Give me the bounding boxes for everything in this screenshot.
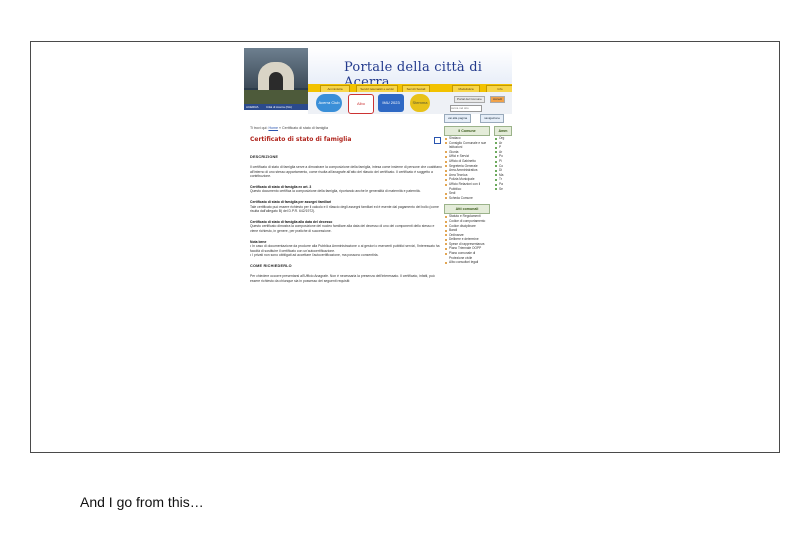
- nota-head: Nota bene: [250, 239, 267, 244]
- accedi-link[interactable]: Accedi: [490, 96, 506, 103]
- sidebar-atti-head: Atti comunali: [444, 204, 490, 215]
- assegni-head: Certificato di stato di famiglia per ass…: [250, 199, 332, 204]
- sidebar-amministrazione: Amm Org Ar P Ar Po Pi Co Di Ma Tr Pa Se: [494, 126, 512, 191]
- sidebar-comune-item[interactable]: Ufficio Relazioni con il Pubblico: [444, 182, 490, 191]
- banner-acerra-club[interactable]: Acerra Club: [316, 94, 342, 112]
- section-come-body: Per chiedere occorre presentarsi all'Uff…: [250, 273, 435, 283]
- search-input[interactable]: cerca nel sito: [450, 105, 482, 112]
- blue-bar-right: Città di Acerra (NA): [266, 105, 292, 109]
- header-photo: [244, 48, 308, 110]
- slide-caption: And I go from this…: [80, 494, 204, 510]
- print-icon[interactable]: [434, 137, 441, 144]
- sidebar-comune-item[interactable]: Consiglio Comunale e sue Istituzioni: [444, 141, 490, 150]
- breadcrumb-prefix: Ti trovi qui:: [250, 126, 268, 130]
- sidebar-comune-item[interactable]: Scheda Comune: [444, 196, 490, 201]
- section-descrizione-head: DESCRIZIONE: [250, 155, 279, 159]
- decesso-body: Questo certificato dimostra la composizi…: [250, 224, 435, 233]
- sidebar-comune-head: Il Comune: [444, 126, 490, 136]
- main-content: Ti trovi qui: Home » Certificato di stat…: [250, 126, 442, 283]
- art3-head: Certificato di stato di famiglia ex art.…: [250, 184, 312, 189]
- banner-imu[interactable]: IMU 2023: [378, 94, 404, 112]
- breadcrumb-home-link[interactable]: Home: [268, 126, 278, 130]
- breadcrumb-current: Certificato di stato di famiglia: [282, 126, 328, 130]
- assegni-body: Tale certificato può essere richiesto pe…: [250, 204, 439, 214]
- sidebar-atti-item[interactable]: Piano comunale di Protezione civile: [444, 251, 490, 260]
- section-come-head: COME RICHIEDERLO: [250, 263, 292, 268]
- decesso-head: Certificato di stato di famiglia alla da…: [250, 219, 333, 224]
- goto-navigation-button[interactable]: navigazione: [480, 114, 505, 123]
- sidebar-amm-item[interactable]: Se: [494, 187, 512, 192]
- banner-albo[interactable]: Albo: [348, 94, 374, 114]
- website-screenshot: Portale della città di Acerra Amministra…: [244, 48, 512, 344]
- sidebar-comune: Il Comune Sindaco Consiglio Comunale e su…: [444, 126, 490, 265]
- header-blue-bar: ACERRA Città di Acerra (NA): [244, 104, 308, 110]
- blue-bar-left: ACERRA: [246, 105, 259, 109]
- section-descrizione-body: Il certificato di stato di famiglia serv…: [250, 165, 442, 179]
- breadcrumb: Ti trovi qui: Home » Certificato di stat…: [250, 126, 442, 130]
- page-title: Certificato di stato di famiglia: [250, 136, 352, 143]
- art3-body: Questo documento certifica la composizio…: [250, 189, 421, 194]
- breadcrumb-separator: »: [279, 126, 282, 130]
- header-title-area: Portale della città di Acerra: [308, 48, 512, 90]
- nota-body-1: • In caso di documentazione da produrre …: [250, 244, 440, 253]
- sidebar-atti-item[interactable]: Albo consultori legali: [444, 260, 490, 265]
- banner-stemma[interactable]: Stemma: [410, 94, 430, 112]
- portal-comune-link[interactable]: Portal del Comune: [454, 96, 485, 103]
- nota-body-2: • I privati non sono obbligati ad accett…: [250, 253, 379, 258]
- goto-page[interactable]: vai alla pagina: [444, 114, 472, 123]
- sidebar-amm-head: Amm: [494, 126, 512, 136]
